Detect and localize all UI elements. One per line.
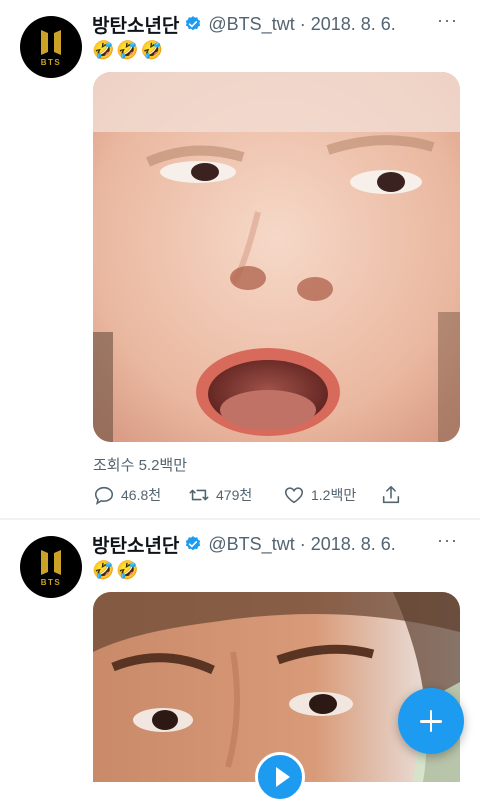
avatar[interactable]: BTS [20,16,82,78]
more-options-icon[interactable]: ··· [437,530,458,551]
tweet-text: 🤣🤣🤣 [92,40,166,60]
face-photo [93,72,460,442]
bts-logo-icon [41,550,61,575]
plus-icon [429,710,432,732]
more-options-icon[interactable]: ··· [437,10,458,31]
play-icon [276,767,290,787]
like-button[interactable]: 1.2백만 [283,484,356,506]
tweet-actions: 46.8천 479천 1.2백만 [93,484,413,506]
heart-icon [284,487,304,504]
bts-logo-icon [41,30,61,55]
share-button[interactable] [380,484,408,506]
handle-and-date[interactable]: @BTS_twt · 2018. 8. 6. [208,534,395,555]
retweet-icon [189,489,209,501]
play-button[interactable] [255,752,305,802]
reply-count: 46.8천 [121,487,162,503]
author-name[interactable]: 방탄소년단 [92,11,179,38]
tweet-photo[interactable] [93,72,460,442]
share-icon [382,485,400,504]
compose-button[interactable] [398,688,464,754]
reply-button[interactable]: 46.8천 [93,484,161,506]
verified-badge-icon [186,536,201,551]
verified-badge-icon [186,16,201,31]
avatar-logo-text: BTS [40,58,62,67]
reply-icon [94,486,114,505]
handle-and-date[interactable]: @BTS_twt · 2018. 8. 6. [208,14,395,35]
like-count: 1.2백만 [311,487,357,503]
author-name[interactable]: 방탄소년단 [92,531,179,558]
retweet-count: 479천 [216,487,253,503]
tweet-header: 방탄소년단 @BTS_twt · 2018. 8. 6. [92,530,396,558]
view-count: 조회수 5.2백만 [93,457,188,474]
retweet-button[interactable]: 479천 [188,484,252,506]
avatar[interactable]: BTS [20,536,82,598]
avatar-logo-text: BTS [40,578,62,587]
tweet-text: 🤣🤣 [92,560,141,580]
tweet-header: 방탄소년단 @BTS_twt · 2018. 8. 6. [92,10,396,38]
tweet[interactable]: BTS 방탄소년단 @BTS_twt · 2018. 8. 6. ··· 🤣🤣🤣 [0,0,480,518]
